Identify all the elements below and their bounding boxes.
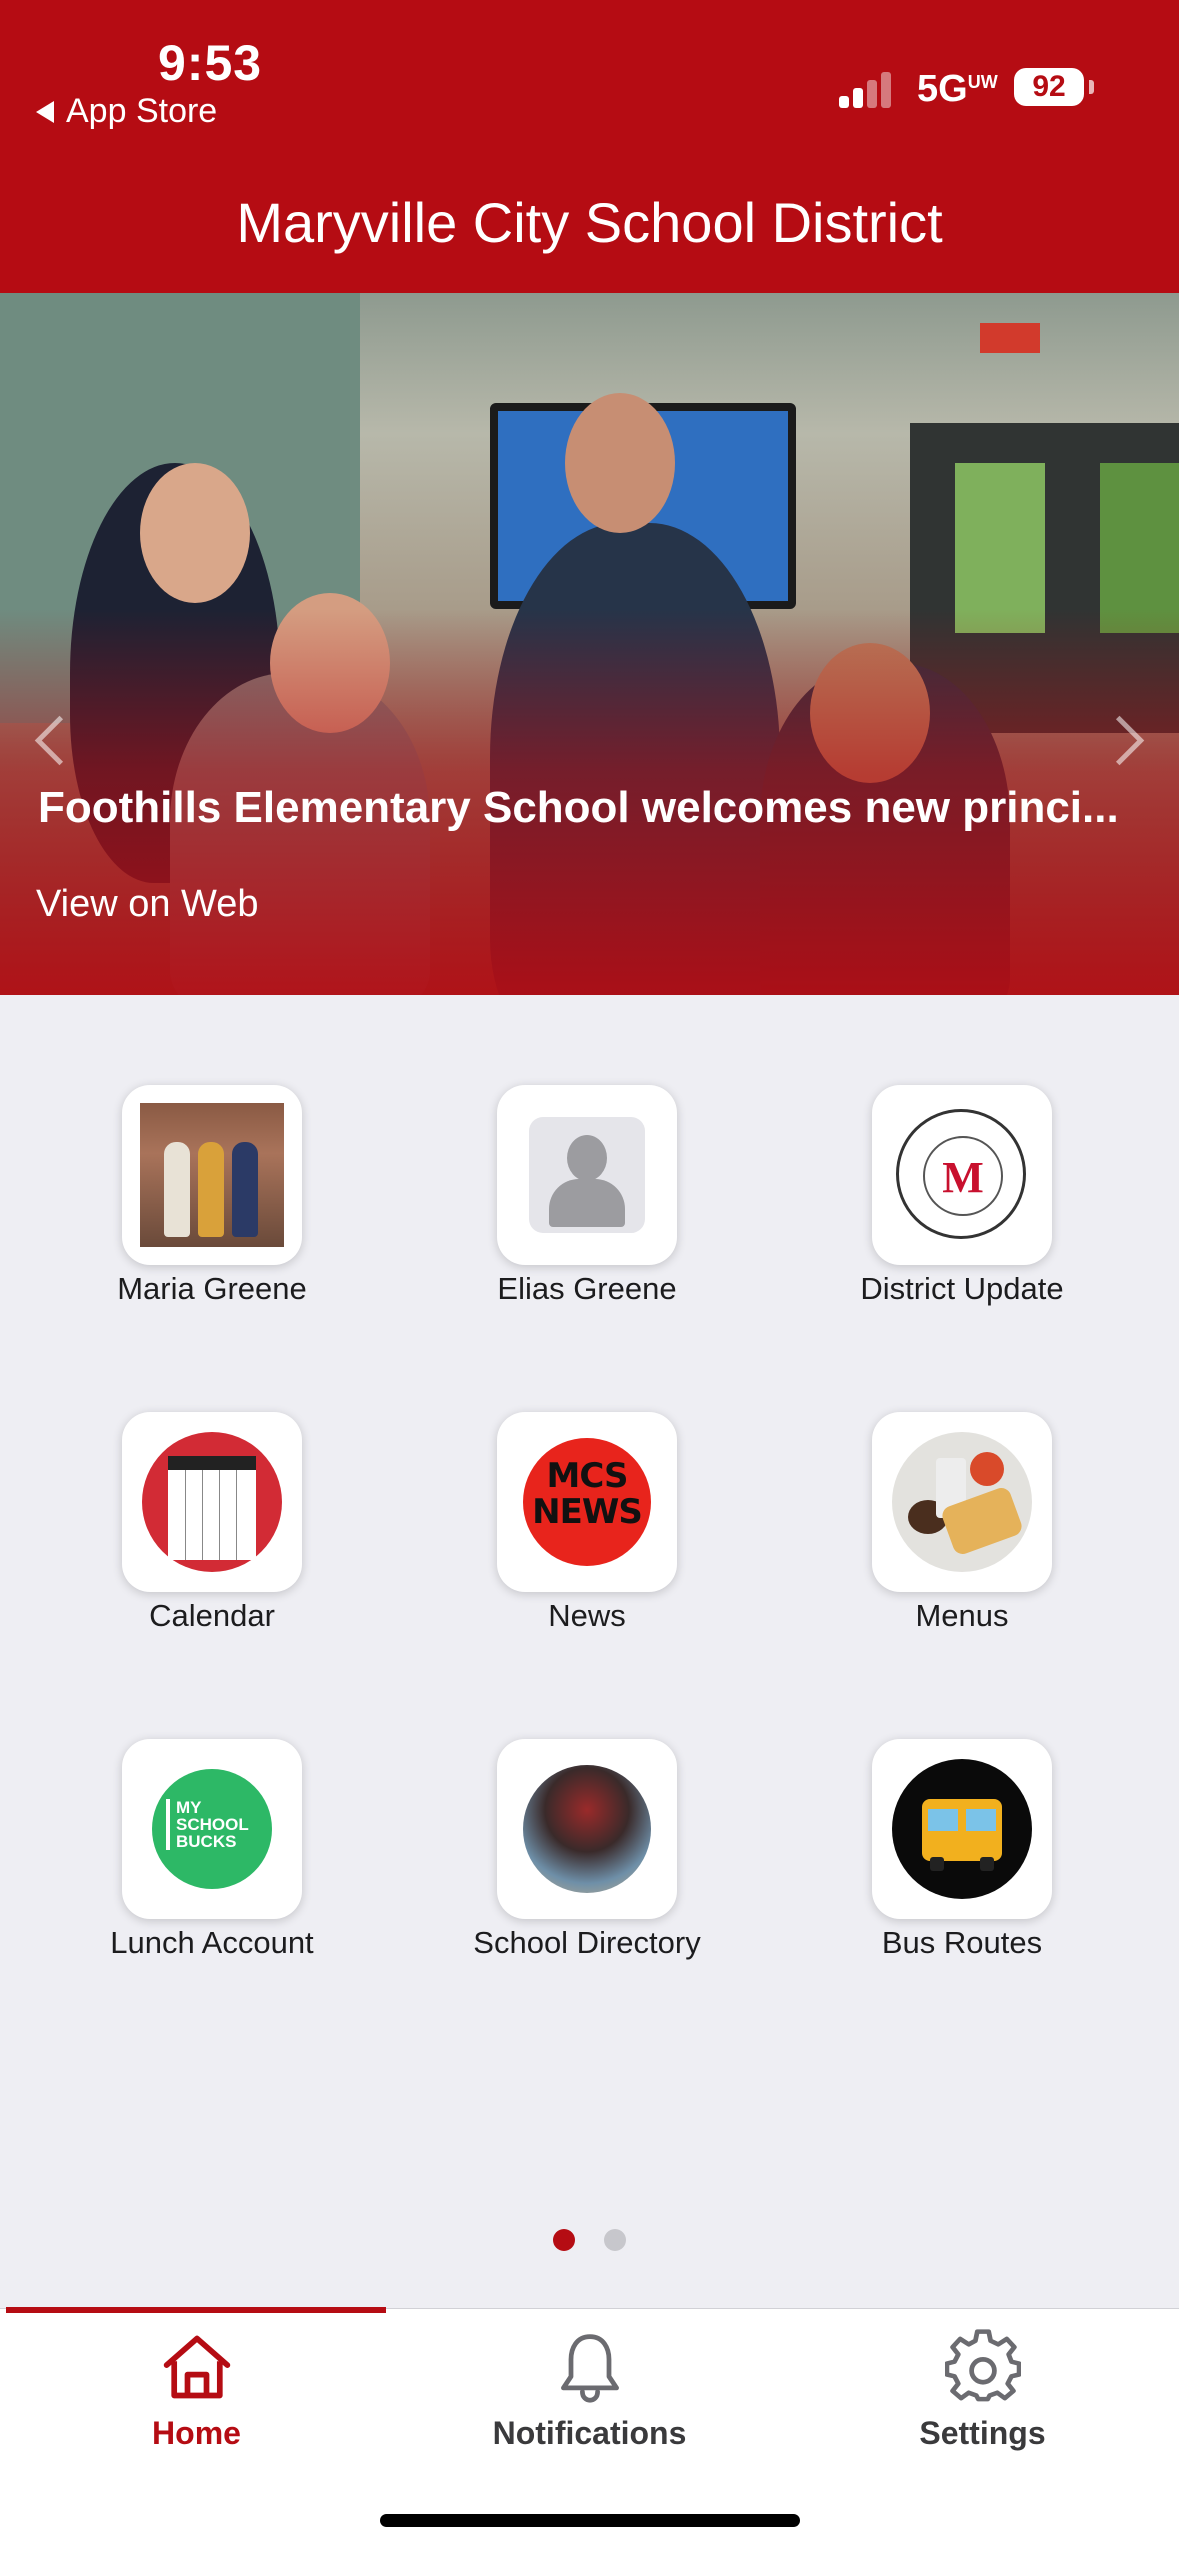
- back-label: App Store: [66, 92, 218, 130]
- tile-district-update[interactable]: M District Update: [812, 1085, 1112, 1307]
- status-indicators: 5GUW 92: [839, 66, 1179, 112]
- bell-icon: [560, 2334, 619, 2403]
- tile-bus-routes[interactable]: Bus Routes: [812, 1739, 1112, 1961]
- home-indicator[interactable]: [380, 2514, 800, 2527]
- hero-headline[interactable]: Foothills Elementary School welcomes new…: [38, 783, 1148, 833]
- gear-icon: [944, 2329, 1021, 2402]
- battery-icon: 92: [1014, 68, 1084, 106]
- back-to-app-store[interactable]: App Store: [36, 92, 217, 131]
- view-on-web-link[interactable]: View on Web: [36, 883, 259, 926]
- tile-school-directory[interactable]: School Directory: [437, 1739, 737, 1961]
- page-indicator-dot[interactable]: [604, 2229, 626, 2251]
- page-indicator-dot-active[interactable]: [553, 2229, 575, 2251]
- news-icon: MCS NEWS: [497, 1412, 677, 1592]
- tab-notifications[interactable]: Notifications: [393, 2329, 786, 2452]
- tile-calendar[interactable]: Calendar: [62, 1412, 362, 1634]
- tile-label: Menus: [915, 1598, 1009, 1633]
- tile-label: Lunch Account: [110, 1925, 314, 1960]
- group-photo-icon: [497, 1739, 677, 1919]
- news-carousel[interactable]: Foothills Elementary School welcomes new…: [0, 293, 1179, 995]
- food-icon: [872, 1412, 1052, 1592]
- maria-greene-photo-icon: [122, 1085, 302, 1265]
- person-placeholder-icon: [497, 1085, 677, 1265]
- network-type: 5GUW: [917, 68, 998, 110]
- calendar-icon: [122, 1412, 302, 1592]
- house-icon: [163, 2335, 230, 2399]
- tab-label: Notifications: [492, 2415, 687, 2451]
- tab-home[interactable]: Home: [0, 2329, 393, 2452]
- active-tab-indicator: [6, 2307, 386, 2313]
- page-title: Maryville City School District: [236, 191, 943, 254]
- back-arrow-icon: [36, 100, 54, 123]
- app-header: 9:53 App Store 5GUW 92 Maryville City Sc…: [0, 0, 1179, 293]
- tile-label: Calendar: [149, 1598, 275, 1633]
- cellular-signal-icon: [839, 66, 899, 112]
- tile-label: Bus Routes: [881, 1925, 1043, 1960]
- my-school-bucks-icon: MY SCHOOL BUCKS: [122, 1739, 302, 1919]
- tile-label: District Update: [860, 1271, 1064, 1306]
- district-seal-icon: M: [872, 1085, 1052, 1265]
- status-time: 9:53: [158, 35, 263, 91]
- school-bus-icon: [872, 1739, 1052, 1919]
- tab-label: Settings: [919, 2415, 1046, 2451]
- tile-label: Elias Greene: [497, 1271, 677, 1306]
- tile-label: News: [548, 1598, 626, 1633]
- tile-label: Maria Greene: [117, 1271, 307, 1306]
- tile-maria-greene[interactable]: Maria Greene: [62, 1085, 362, 1307]
- tile-label: School Directory: [473, 1925, 701, 1960]
- tile-menus[interactable]: Menus: [812, 1412, 1112, 1634]
- tile-elias-greene[interactable]: Elias Greene: [437, 1085, 737, 1307]
- battery-tip: [1089, 80, 1094, 94]
- tile-lunch-account[interactable]: MY SCHOOL BUCKS Lunch Account: [62, 1739, 362, 1961]
- tab-label: Home: [152, 2415, 241, 2451]
- tab-settings[interactable]: Settings: [786, 2329, 1179, 2452]
- tile-news[interactable]: MCS NEWS News: [437, 1412, 737, 1634]
